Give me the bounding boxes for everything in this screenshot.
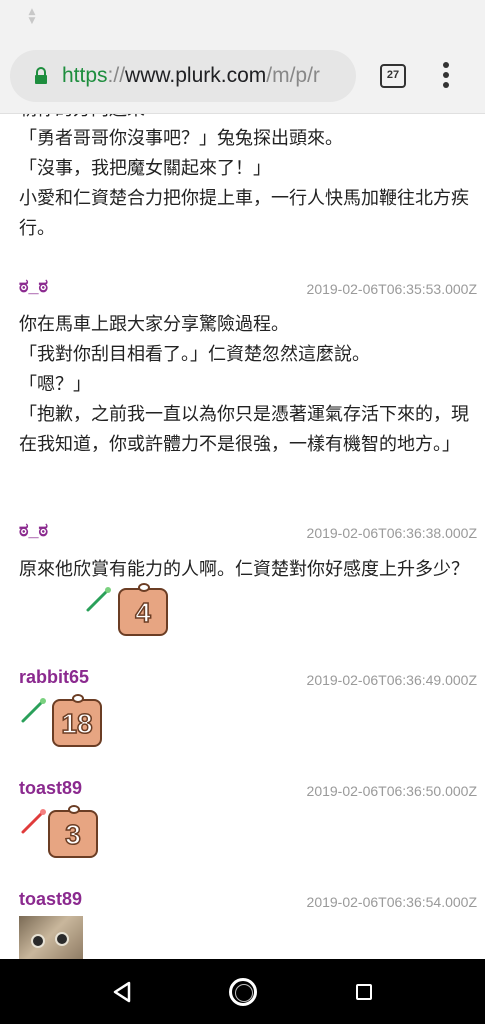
- response-timestamp: 2019-02-06T06:36:49.000Z: [306, 672, 477, 688]
- intro-text: 「勇者哥哥你沒事吧？」兔兔探出頭來。 「沒事，我把魔女關起來了！」 小愛和仁資楚…: [19, 124, 471, 244]
- text-line: 你在馬車上跟大家分享驚險過程。: [19, 314, 289, 335]
- text-line: 「抱歉，之前我一直以為你只是憑著運氣存活下來的，現在我知道，你或許體力不是很強，…: [19, 404, 469, 455]
- home-icon[interactable]: [229, 978, 257, 1006]
- url-host: www.plurk.com: [125, 64, 267, 87]
- response-timestamp: 2019-02-06T06:36:50.000Z: [306, 783, 477, 799]
- tab-switcher-button[interactable]: 27: [380, 64, 406, 88]
- text-line: 「我對你刮目相看了。」仁資楚忽然這麼說。: [19, 344, 370, 365]
- url-text: https://www.plurk.com/m/p/r: [62, 63, 320, 89]
- expand-arrows-icon: ▲ ▼: [28, 7, 36, 26]
- text-line: 小愛和仁資楚合力把你提上車，一行人快馬加鞭往北方疾行。: [19, 188, 469, 239]
- response-author[interactable]: toast89: [19, 778, 82, 799]
- response-author[interactable]: ಠ_ಠ: [19, 276, 48, 297]
- response-content: 原來他欣賞有能力的人啊。仁資楚對你好感度上升多少？: [19, 555, 471, 585]
- url-scheme: https: [62, 64, 108, 87]
- wand-icon: [86, 587, 111, 612]
- response-author[interactable]: rabbit65: [19, 667, 89, 688]
- text-line: 「勇者哥哥你沒事吧？」兔兔探出頭來。: [19, 128, 343, 149]
- back-icon[interactable]: [112, 981, 132, 1003]
- response-timestamp: 2019-02-06T06:36:38.000Z: [306, 525, 477, 541]
- response-content: 你在馬車上跟大家分享驚險過程。 「我對你刮目相看了。」仁資楚忽然這麼說。 「嗯？…: [19, 310, 471, 460]
- dice-value: 4: [134, 596, 151, 629]
- text-line: 原來他欣賞有能力的人啊。仁資楚對你好感度上升多少？: [19, 559, 469, 580]
- recents-icon[interactable]: [356, 984, 372, 1000]
- status-bar: ▲ ▼: [0, 0, 485, 38]
- wand-icon: [21, 698, 46, 723]
- address-bar[interactable]: https://www.plurk.com/m/p/r: [10, 50, 356, 102]
- android-nav-bar: [0, 959, 485, 1024]
- response-author[interactable]: toast89: [19, 889, 82, 910]
- wand-icon: [21, 809, 46, 834]
- url-path: /m/p/r: [266, 64, 320, 87]
- response-timestamp: 2019-02-06T06:36:54.000Z: [306, 894, 477, 910]
- dice-value: 18: [61, 707, 94, 740]
- menu-dots-icon[interactable]: [438, 62, 454, 90]
- text-line: 「嗯？」: [19, 374, 91, 395]
- lock-icon: [35, 67, 47, 84]
- image-thumbnail[interactable]: [19, 916, 83, 959]
- response-timestamp: 2019-02-06T06:35:53.000Z: [306, 281, 477, 297]
- url-separator: ://: [107, 64, 126, 87]
- response-author[interactable]: ಠ_ಠ: [19, 520, 48, 541]
- browser-toolbar: https://www.plurk.com/m/p/r 27: [0, 38, 485, 114]
- dice-value: 3: [64, 818, 81, 851]
- plurk-thread: 朝你的方向過來 「勇者哥哥你沒事吧？」兔兔探出頭來。 「沒事，我把魔女關起來了！…: [0, 114, 485, 959]
- text-line: 「沒事，我把魔女關起來了！」: [19, 158, 271, 179]
